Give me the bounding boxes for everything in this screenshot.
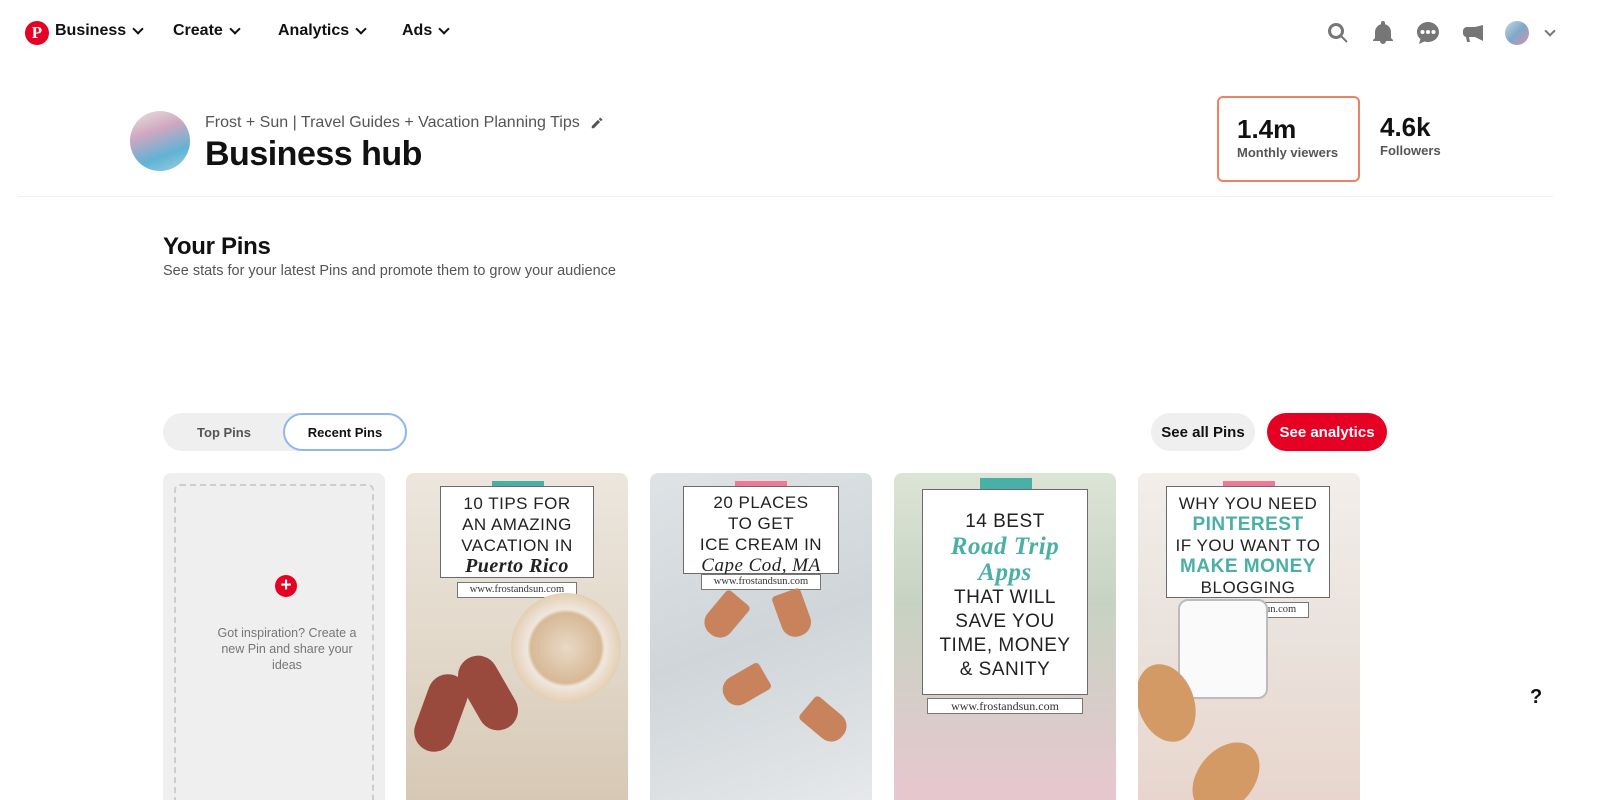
create-pin-dashed-area: + Got inspiration? Create a new Pin and … bbox=[174, 484, 374, 800]
pin-title-line: TO GET bbox=[728, 514, 794, 533]
pin-title-line: BLOGGING bbox=[1200, 578, 1296, 597]
pin-title-line: Road Trip bbox=[950, 533, 1060, 560]
pin-title-line: AN AMAZING bbox=[462, 515, 572, 534]
pin-title-line: WHY YOU NEED bbox=[1178, 494, 1318, 513]
pin-title-line: PINTEREST bbox=[1192, 514, 1304, 535]
megaphone-icon[interactable] bbox=[1461, 21, 1485, 45]
stat-value: 1.4m bbox=[1237, 114, 1297, 144]
top-nav: P Business Create Analytics Ads bbox=[0, 0, 1600, 66]
stat-monthly-viewers[interactable]: 1.4m Monthly viewers bbox=[1217, 96, 1360, 182]
pin-title-line: 10 TIPS FOR bbox=[463, 494, 571, 513]
chevron-down-icon bbox=[438, 22, 450, 35]
pin-title-line: TIME, MONEY bbox=[939, 635, 1071, 656]
chevron-down-icon bbox=[229, 22, 241, 35]
pin-card[interactable]: 10 TIPS FOR AN AMAZING VACATION IN Puert… bbox=[406, 473, 628, 800]
section-subtitle: See stats for your latest Pins and promo… bbox=[163, 263, 616, 279]
section-title: Your Pins bbox=[163, 233, 271, 260]
nav-create-label: Create bbox=[173, 22, 223, 39]
account-name: Frost + Sun | Travel Guides + Vacation P… bbox=[205, 114, 580, 131]
nav-ads-label: Ads bbox=[402, 22, 433, 39]
edit-pencil-icon[interactable] bbox=[590, 116, 604, 130]
pin-url: www.frostandsun.com bbox=[701, 574, 821, 590]
pin-title-line: IF YOU WANT TO bbox=[1175, 536, 1321, 555]
pin-title-line: 14 BEST bbox=[965, 511, 1045, 532]
pin-card[interactable]: 20 PLACES TO GET ICE CREAM IN Cape Cod, … bbox=[650, 473, 872, 800]
pin-image-cone bbox=[717, 661, 773, 711]
create-pin-text: Got inspiration? Create a new Pin and sh… bbox=[217, 626, 357, 672]
pin-image-sandal bbox=[1178, 729, 1274, 800]
pin-title-card: 14 BEST Road Trip Apps THAT WILL SAVE YO… bbox=[922, 489, 1088, 695]
pin-title-line: THAT WILL bbox=[954, 587, 1056, 608]
pin-image-phone bbox=[1178, 599, 1268, 699]
pin-title-line: VACATION IN bbox=[461, 536, 573, 555]
see-analytics-button[interactable]: See analytics bbox=[1267, 413, 1387, 451]
help-button[interactable]: ? bbox=[1530, 686, 1542, 709]
pin-title-line: Puerto Rico bbox=[465, 555, 569, 577]
pin-title-line: ICE CREAM IN bbox=[699, 535, 823, 554]
stat-followers[interactable]: 4.6k Followers bbox=[1362, 96, 1482, 182]
pin-title-card: 20 PLACES TO GET ICE CREAM IN Cape Cod, … bbox=[683, 486, 839, 576]
pin-title-line: 20 PLACES bbox=[713, 493, 809, 512]
tab-recent-pins[interactable]: Recent Pins bbox=[283, 413, 407, 451]
pin-title-line: SAVE YOU bbox=[955, 611, 1055, 632]
header-divider bbox=[18, 196, 1553, 197]
pin-title-line: MAKE MONEY bbox=[1180, 556, 1316, 577]
pin-title-line: Cape Cod, MA bbox=[701, 555, 821, 576]
nav-business[interactable]: Business bbox=[55, 22, 144, 40]
nav-ads[interactable]: Ads bbox=[402, 22, 450, 40]
pin-title-line: & SANITY bbox=[959, 659, 1051, 680]
messages-icon[interactable] bbox=[1416, 21, 1440, 45]
stat-value: 4.6k bbox=[1380, 112, 1431, 142]
pin-title-card: 10 TIPS FOR AN AMAZING VACATION IN Puert… bbox=[440, 486, 594, 578]
chevron-down-icon bbox=[132, 22, 144, 35]
bell-icon[interactable] bbox=[1371, 21, 1395, 45]
pin-image-cone bbox=[771, 587, 815, 641]
nav-business-label: Business bbox=[55, 22, 127, 39]
search-icon[interactable] bbox=[1326, 21, 1350, 45]
pin-image-hat bbox=[511, 593, 621, 703]
tab-top-pins[interactable]: Top Pins bbox=[163, 413, 285, 451]
stat-label: Followers bbox=[1380, 143, 1441, 158]
plus-icon: + bbox=[275, 575, 297, 597]
see-all-pins-button[interactable]: See all Pins bbox=[1151, 413, 1255, 451]
account-name-row: Frost + Sun | Travel Guides + Vacation P… bbox=[205, 114, 604, 132]
create-pin-card[interactable]: + Got inspiration? Create a new Pin and … bbox=[163, 473, 385, 800]
pin-url: www.frostandsun.com bbox=[927, 698, 1083, 714]
profile-avatar bbox=[130, 111, 190, 171]
chevron-down-icon bbox=[355, 22, 367, 35]
pin-title-card: WHY YOU NEED PINTEREST IF YOU WANT TO MA… bbox=[1166, 486, 1330, 598]
pin-card[interactable]: WHY YOU NEED PINTEREST IF YOU WANT TO MA… bbox=[1138, 473, 1360, 800]
page-title: Business hub bbox=[205, 135, 422, 173]
stat-label: Monthly viewers bbox=[1237, 145, 1339, 160]
pinterest-logo-icon[interactable]: P bbox=[25, 21, 49, 45]
pin-card[interactable]: 14 BEST Road Trip Apps THAT WILL SAVE YO… bbox=[894, 473, 1116, 800]
pin-image-cone bbox=[797, 694, 853, 748]
pins-toggle: Top Pins Recent Pins bbox=[163, 413, 407, 451]
pin-image-cone bbox=[698, 588, 752, 644]
pin-title-line: Apps bbox=[978, 559, 1032, 586]
nav-analytics[interactable]: Analytics bbox=[278, 22, 367, 40]
nav-analytics-label: Analytics bbox=[278, 22, 350, 39]
user-avatar[interactable] bbox=[1505, 21, 1529, 45]
nav-create[interactable]: Create bbox=[173, 22, 241, 40]
account-chevron-down-icon[interactable] bbox=[1544, 25, 1556, 37]
